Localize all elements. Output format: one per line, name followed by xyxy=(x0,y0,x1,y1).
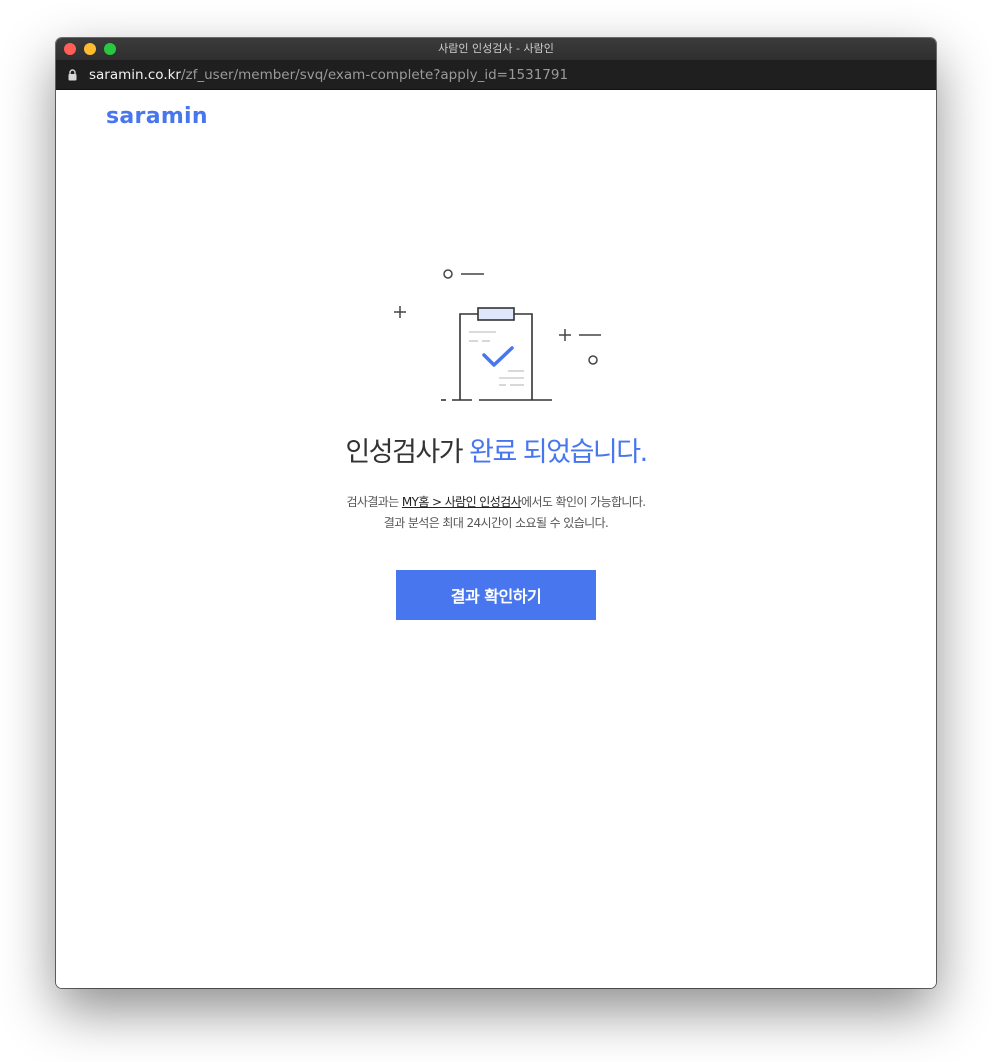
clipboard-check-icon xyxy=(386,262,611,407)
description-line-1: 검사결과는 MY홈 > 사람인 인성검사에서도 확인이 가능합니다. xyxy=(56,492,936,513)
page-content: saramin 인성검사가 완료 되었습니다. 검사결과는 MY홈 > 사람인 … xyxy=(56,90,936,988)
page-title: 인성검사가 완료 되었습니다. xyxy=(56,430,936,469)
headline-accent: 완료 되었습니다. xyxy=(469,437,648,468)
window-title: 사람인 인성검사 - 사람인 xyxy=(438,42,554,55)
headline-prefix: 인성검사가 xyxy=(345,437,463,468)
lock-icon xyxy=(68,68,77,81)
description: 검사결과는 MY홈 > 사람인 인성검사에서도 확인이 가능합니다. 결과 분석… xyxy=(56,492,936,534)
title-bar: 사람인 인성검사 - 사람인 xyxy=(56,38,936,60)
description-text-before-link: 검사결과는 xyxy=(346,495,402,509)
description-line-2: 결과 분석은 최대 24시간이 소요될 수 있습니다. xyxy=(383,516,609,530)
close-window-button[interactable] xyxy=(64,43,76,55)
address-bar[interactable]: saramin.co.kr/zf_user/member/svq/exam-co… xyxy=(56,60,936,90)
url-path: /zf_user/member/svq/exam-complete?apply_… xyxy=(180,66,569,83)
maximize-window-button[interactable] xyxy=(104,43,116,55)
minimize-window-button[interactable] xyxy=(84,43,96,55)
window-controls xyxy=(64,43,116,55)
browser-window: 사람인 인성검사 - 사람인 saramin.co.kr/zf_user/mem… xyxy=(56,38,936,988)
saramin-logo[interactable]: saramin xyxy=(106,104,208,129)
url-host: saramin.co.kr xyxy=(89,66,181,83)
view-results-button[interactable]: 결과 확인하기 xyxy=(396,570,596,620)
description-text-after-link: 에서도 확인이 가능합니다. xyxy=(521,495,646,509)
my-home-personality-test-link[interactable]: MY홈 > 사람인 인성검사 xyxy=(402,495,522,509)
